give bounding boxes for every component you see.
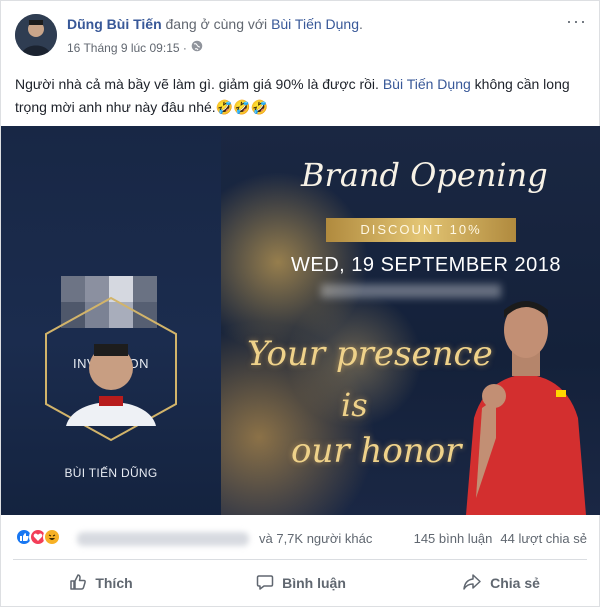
thumbs-up-icon: [69, 573, 87, 594]
actions-divider: [13, 559, 587, 560]
like-button[interactable]: Thích: [1, 563, 201, 603]
post-text-tag[interactable]: Bùi Tiến Dụng: [383, 76, 471, 92]
reactions-count[interactable]: và 7,7K người khác: [259, 531, 372, 546]
tagged-suffix: .: [359, 16, 363, 32]
player-photo: [466, 301, 586, 515]
reaction-icons[interactable]: [15, 528, 61, 546]
share-label: Chia sẻ: [490, 575, 540, 591]
guest-name: BÙI TIẾN DŨNG: [64, 466, 158, 480]
brand-title: Brand Opening: [301, 156, 548, 194]
blurred-reactor-names: [77, 532, 249, 546]
comments-count[interactable]: 145 bình luận: [414, 531, 493, 546]
comment-icon: [256, 573, 274, 594]
post-meta: 16 Tháng 9 lúc 09:15 ·: [67, 40, 203, 55]
hexagon-frame: [45, 296, 177, 442]
comment-label: Bình luận: [282, 575, 346, 591]
globe-icon[interactable]: [191, 40, 203, 55]
facebook-post-card: Dũng Bùi Tiến đang ở cùng với Bùi Tiến D…: [0, 0, 600, 607]
post-text-part1: Người nhà cả mà bầy vẽ làm gì. giảm giá …: [15, 76, 383, 92]
post-image[interactable]: INVITATION BÙI TIẾN DŨNG Brand Opening D…: [1, 126, 600, 515]
author-name[interactable]: Dũng Bùi Tiến: [67, 16, 162, 32]
emoji-laugh: 🤣🤣🤣: [215, 99, 268, 115]
engagement-stats: 145 bình luận 44 lượt chia sẻ: [414, 531, 587, 546]
with-text: đang ở cùng với: [161, 16, 272, 32]
comment-button[interactable]: Bình luận: [201, 563, 401, 603]
haha-icon[interactable]: [43, 528, 61, 546]
author-avatar[interactable]: [15, 14, 57, 56]
more-options-button[interactable]: ···: [566, 11, 587, 32]
post-header-line: Dũng Bùi Tiến đang ở cùng với Bùi Tiến D…: [67, 16, 363, 32]
share-icon: [462, 573, 482, 594]
reactions-bar: và 7,7K người khác 145 bình luận 44 lượt …: [1, 523, 600, 553]
discount-banner: DISCOUNT 10%: [326, 218, 516, 242]
like-label: Thích: [95, 575, 133, 591]
share-button[interactable]: Chia sẻ: [401, 563, 600, 603]
shares-count[interactable]: 44 lượt chia sẻ: [500, 531, 587, 546]
script-line-3: our honor: [291, 431, 462, 471]
post-actions: Thích Bình luận Chia sẻ: [1, 563, 600, 603]
script-line-2: is: [341, 386, 368, 424]
post-timestamp[interactable]: 16 Tháng 9 lúc 09:15 ·: [67, 41, 187, 55]
tagged-user[interactable]: Bùi Tiến Dụng: [271, 16, 359, 32]
event-date: WED, 19 SEPTEMBER 2018: [291, 254, 561, 276]
invitation-panel: INVITATION BÙI TIẾN DŨNG: [1, 126, 221, 515]
post-body: Người nhà cả mà bầy vẽ làm gì. giảm giá …: [15, 73, 587, 119]
